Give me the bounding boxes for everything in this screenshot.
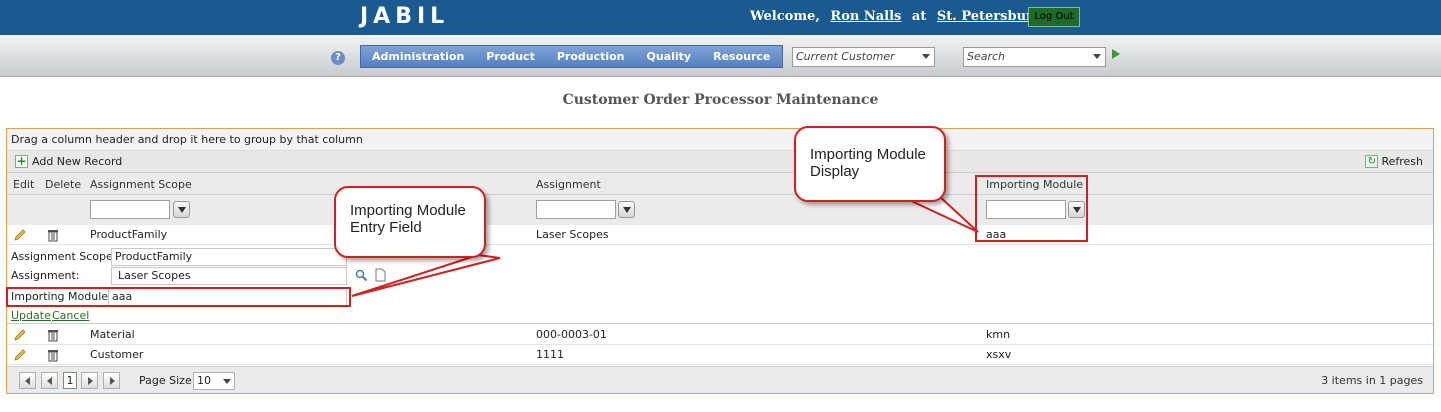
column-header-assignment-scope[interactable]: Assignment Scope <box>90 178 192 191</box>
annotation-highlight-display <box>975 175 1088 242</box>
cell-assignment: 1111 <box>536 348 564 361</box>
first-page-button[interactable] <box>19 372 36 389</box>
chevron-down-icon <box>1093 54 1101 59</box>
assignment-label: Assignment: <box>11 269 80 282</box>
assignment-input-value: Laser Scopes <box>118 269 191 282</box>
refresh-label: Refresh <box>1381 155 1423 168</box>
table-row: Customer 1111 xsxv <box>7 345 1433 365</box>
welcome-prefix: Welcome, <box>750 9 820 24</box>
column-header-delete[interactable]: Delete <box>45 178 81 191</box>
filter-icon[interactable] <box>173 201 190 218</box>
callout-entry-field-text: Importing Module Entry Field <box>350 202 466 236</box>
page-size-select[interactable]: 10 <box>193 372 235 390</box>
filter-input-scope[interactable] <box>90 200 170 219</box>
menu-item-quality[interactable]: Quality <box>636 50 703 63</box>
main-menu: Administration Product Production Qualit… <box>360 45 834 68</box>
cell-scope: Material <box>90 328 135 341</box>
search-input[interactable]: Search <box>963 47 1106 67</box>
welcome-text: Welcome, Ron Nalls at St. Petersburg, FL <box>750 9 1075 24</box>
scope-label: Assignment Scope: <box>11 250 117 263</box>
page-size-label: Page Size: <box>139 374 196 387</box>
user-link[interactable]: Ron Nalls <box>830 9 901 24</box>
menu-item-administration[interactable]: Administration <box>361 50 475 63</box>
search-placeholder: Search <box>967 50 1006 63</box>
header-row: Edit Delete Assignment Scope Assignment … <box>7 173 1433 195</box>
document-icon[interactable] <box>375 268 386 282</box>
prev-page-icon <box>47 377 52 385</box>
cell-scope: Customer <box>90 348 144 361</box>
filter-input-assignment[interactable] <box>536 200 616 219</box>
trash-icon[interactable] <box>47 328 59 342</box>
table-row: ProductFamily Laser Scopes aaa <box>7 225 1433 245</box>
command-bar: + Add New Record ↻ Refresh <box>7 151 1433 173</box>
trash-icon[interactable] <box>47 228 59 242</box>
jabil-logo[interactable]: JABIL <box>360 4 449 29</box>
cell-scope: ProductFamily <box>90 228 168 241</box>
scope-dropdown[interactable]: ProductFamily <box>111 248 347 266</box>
cell-assignment: 000-0003-01 <box>536 328 607 341</box>
plus-icon: + <box>15 154 28 168</box>
menu-item-product[interactable]: Product <box>475 50 546 63</box>
cancel-link[interactable]: Cancel <box>52 309 89 322</box>
page-info: 3 items in 1 pages <box>1321 374 1423 387</box>
menu-item-resource[interactable]: Resource <box>702 50 781 63</box>
refresh-button[interactable]: ↻ Refresh <box>1365 155 1423 168</box>
last-page-icon <box>110 377 115 385</box>
add-new-record-button[interactable]: + Add New Record <box>15 155 122 168</box>
help-icon[interactable]: ? <box>331 51 345 65</box>
pager: 1 Page Size: 10 3 items in 1 pages <box>7 366 1433 393</box>
customer-select[interactable]: Current Customer <box>792 47 935 67</box>
prev-page-button[interactable] <box>41 372 58 389</box>
chevron-down-icon <box>223 379 231 384</box>
logout-button[interactable]: Log Out <box>1028 7 1080 27</box>
page-title: Customer Order Processor Maintenance <box>562 92 879 108</box>
go-arrow-icon[interactable] <box>1112 49 1120 59</box>
pencil-icon[interactable] <box>13 228 27 242</box>
menu-item-production[interactable]: Production <box>546 50 636 63</box>
assignment-input[interactable]: Laser Scopes <box>111 267 347 285</box>
next-page-button[interactable] <box>81 372 98 389</box>
table-row: Material 000-0003-01 kmn <box>7 325 1433 345</box>
callout-entry-field: Importing Module Entry Field <box>334 186 486 258</box>
welcome-at: at <box>911 9 927 24</box>
chevron-down-icon <box>922 54 930 59</box>
column-header-assignment[interactable]: Assignment <box>536 178 601 191</box>
search-icon[interactable] <box>355 269 368 282</box>
callout-display: Importing Module Display <box>794 126 946 202</box>
column-header-edit[interactable]: Edit <box>13 178 34 191</box>
first-page-icon <box>25 377 30 385</box>
filter-row <box>7 195 1433 227</box>
group-panel[interactable]: Drag a column header and drop it here to… <box>7 129 1433 151</box>
refresh-icon: ↻ <box>1365 155 1379 168</box>
trash-icon[interactable] <box>47 348 59 362</box>
edit-form: Assignment Scope: ProductFamily Assignme… <box>7 245 1433 324</box>
next-page-icon <box>88 377 93 385</box>
page-number[interactable]: 1 <box>63 372 77 389</box>
customer-select-value: Current Customer <box>796 50 895 63</box>
cell-assignment: Laser Scopes <box>536 228 609 241</box>
last-page-button[interactable] <box>103 372 120 389</box>
filter-icon[interactable] <box>618 201 635 218</box>
update-link[interactable]: Update <box>11 309 51 322</box>
pencil-icon[interactable] <box>13 348 27 362</box>
top-bar: JABIL Welcome, Ron Nalls at St. Petersbu… <box>0 0 1441 35</box>
data-grid: Drag a column header and drop it here to… <box>6 128 1434 394</box>
scope-dropdown-value: ProductFamily <box>115 250 193 263</box>
cell-module: xsxv <box>986 348 1012 361</box>
annotation-highlight-entry <box>6 287 351 307</box>
cell-module: kmn <box>986 328 1011 341</box>
pencil-icon[interactable] <box>13 328 27 342</box>
page-size-value: 10 <box>197 374 211 387</box>
callout-display-text: Importing Module Display <box>810 146 926 180</box>
add-new-record-label: Add New Record <box>32 155 123 168</box>
